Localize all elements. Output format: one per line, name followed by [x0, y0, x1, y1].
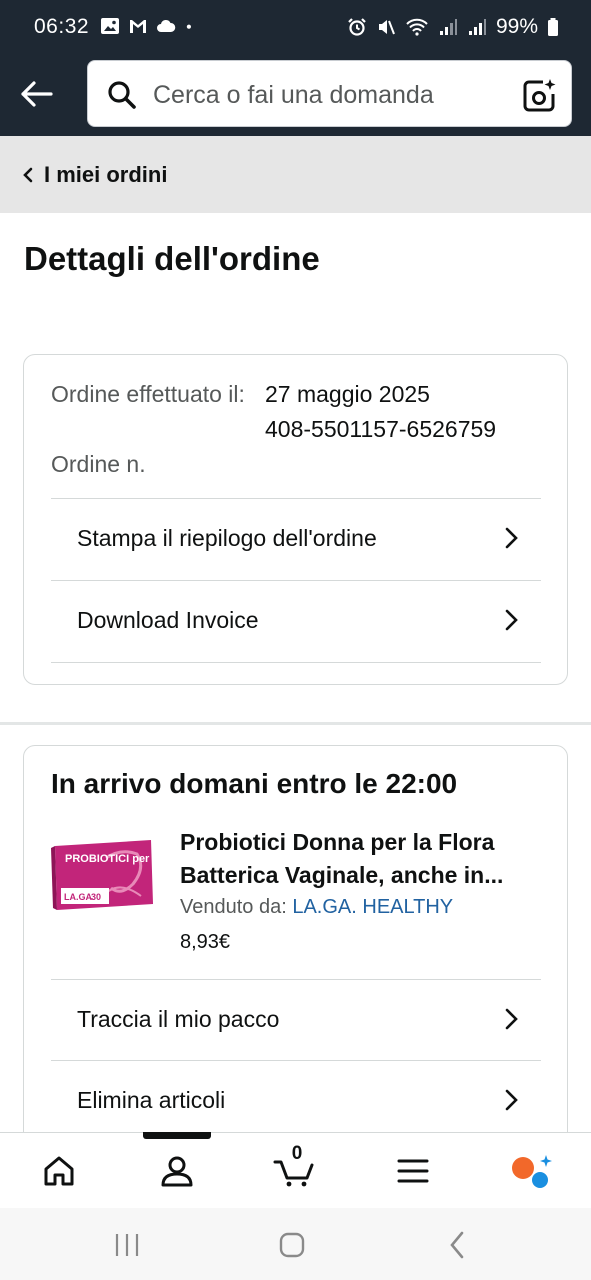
seller-info: Venduto da: LA.GA. HEALTHY — [180, 896, 453, 919]
chevron-right-icon — [505, 1008, 518, 1030]
chevron-right-icon — [505, 609, 518, 631]
battery-icon — [548, 18, 558, 36]
chevron-right-icon — [505, 1089, 518, 1111]
search-icon — [108, 81, 136, 109]
seller-label: Venduto da: — [180, 896, 287, 918]
chevron-right-icon — [505, 527, 518, 549]
nav-menu[interactable] — [391, 1149, 435, 1193]
mute-icon — [378, 20, 395, 35]
product-title-link[interactable]: Probiotici Donna per la Flora Batterica … — [180, 826, 550, 892]
status-right-icons: 99% — [347, 15, 559, 39]
camera-search-icon[interactable] — [521, 77, 557, 113]
search-input[interactable]: Cerca o fai una domanda — [87, 60, 572, 127]
wifi-icon — [406, 18, 428, 36]
order-date-value: 27 maggio 2025 — [265, 381, 430, 407]
system-nav-bar — [0, 1208, 591, 1280]
recent-apps-icon[interactable] — [112, 1230, 142, 1260]
cloud-icon — [157, 19, 176, 32]
status-bar: 06:32 99% — [0, 0, 591, 56]
download-invoice-button[interactable]: Download Invoice — [51, 580, 541, 660]
page-title: Dettagli dell'ordine — [24, 240, 320, 277]
signal-icon — [468, 19, 486, 35]
home-button-icon[interactable] — [277, 1230, 307, 1260]
product-image-brand: LA.GA — [64, 892, 92, 902]
shipment-card: In arrivo domani entro le 22:00 PROBIOTI… — [23, 745, 568, 1165]
gmail-icon — [130, 20, 146, 33]
cart-count: 0 — [291, 1143, 303, 1164]
order-number-label: Ordine n. — [51, 451, 146, 477]
chevron-left-icon — [23, 167, 33, 182]
section-separator — [0, 722, 591, 725]
product-image-count: 30 — [91, 892, 101, 902]
order-date-label: Ordine effettuato il: — [51, 381, 245, 407]
delete-items-label: Elimina articoli — [77, 1086, 226, 1113]
dot-icon — [186, 24, 191, 29]
signal-icon — [439, 19, 457, 35]
seller-link[interactable]: LA.GA. HEALTHY — [292, 896, 453, 918]
download-invoice-label: Download Invoice — [77, 606, 259, 633]
order-number-value: 408-5501157-6526759 — [265, 416, 497, 442]
account-icon — [161, 1156, 193, 1187]
back-button[interactable] — [16, 74, 56, 114]
image-icon — [101, 18, 119, 34]
product-image[interactable]: PROBIOTICI per DONNA LA.GA 30 — [51, 838, 155, 912]
print-summary-label: Stampa il riepilogo dell'ordine — [77, 524, 377, 551]
alarm-icon — [348, 18, 366, 36]
home-icon — [44, 1156, 74, 1186]
order-summary-card: Ordine effettuato il: Ordine n. 27 maggi… — [23, 354, 568, 685]
arrow-left-icon — [21, 81, 53, 107]
bottom-nav: 0 — [0, 1132, 591, 1208]
nav-account[interactable] — [155, 1149, 199, 1193]
app-header: Cerca o fai una domanda — [0, 56, 591, 136]
rufus-icon — [512, 1155, 552, 1188]
nav-home[interactable] — [37, 1149, 81, 1193]
system-back-icon[interactable] — [443, 1230, 473, 1260]
delete-items-button[interactable]: Elimina articoli — [51, 1060, 541, 1140]
track-package-button[interactable]: Traccia il mio pacco — [51, 979, 541, 1059]
product-price: 8,93€ — [180, 931, 231, 953]
battery-percentage: 99% — [495, 15, 538, 38]
track-package-label: Traccia il mio pacco — [77, 1005, 280, 1032]
nav-cart[interactable]: 0 — [272, 1143, 316, 1193]
arrival-status: In arrivo domani entro le 22:00 — [51, 768, 458, 799]
print-summary-button[interactable]: Stampa il riepilogo dell'ordine — [51, 498, 541, 578]
breadcrumb-label: I miei ordini — [44, 161, 168, 187]
menu-icon — [397, 1159, 429, 1183]
divider — [51, 662, 541, 663]
breadcrumb[interactable]: I miei ordini — [0, 136, 591, 213]
nav-rufus[interactable] — [509, 1149, 553, 1193]
status-left-icons — [100, 16, 198, 36]
product-image-text: PROBIOTICI per DONNA — [65, 853, 155, 865]
active-tab-indicator — [143, 1132, 211, 1139]
search-placeholder: Cerca o fai una domanda — [153, 81, 434, 109]
status-time: 06:32 — [34, 15, 90, 38]
